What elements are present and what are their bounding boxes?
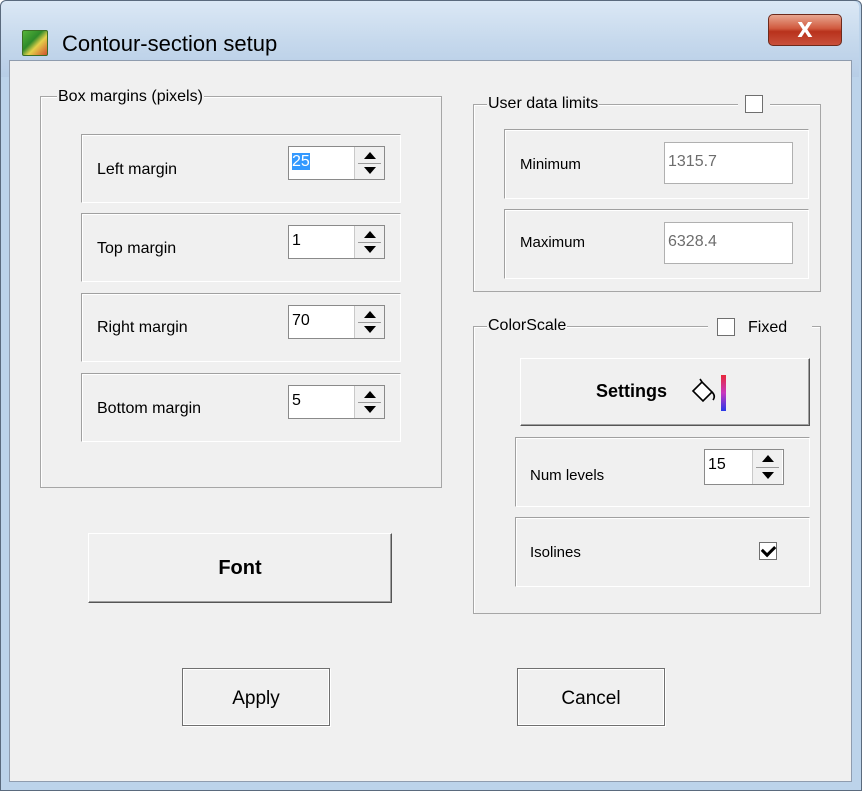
right-margin-input[interactable]: 70 xyxy=(292,312,310,329)
box-margins-title: Box margins (pixels) xyxy=(57,88,204,106)
spin-down-icon[interactable] xyxy=(364,167,376,174)
spin-up-icon[interactable] xyxy=(364,391,376,398)
user-data-limits-title: User data limits xyxy=(487,95,600,113)
spin-up-icon[interactable] xyxy=(364,231,376,238)
window-title: Contour-section setup xyxy=(62,31,278,56)
apply-label: Apply xyxy=(232,688,280,709)
paint-bucket-icon xyxy=(691,378,716,403)
font-button[interactable]: Font xyxy=(88,533,392,603)
spin-down-icon[interactable] xyxy=(364,406,376,413)
checkmark-icon xyxy=(760,541,777,558)
left-margin-label: Left margin xyxy=(97,161,178,178)
right-margin-spin-buttons[interactable] xyxy=(354,306,384,338)
maximum-label: Maximum xyxy=(520,234,586,251)
fixed-label: Fixed xyxy=(748,319,788,336)
num-levels-label: Num levels xyxy=(530,467,605,484)
left-margin-spin-buttons[interactable] xyxy=(354,147,384,179)
apply-button[interactable]: Apply xyxy=(182,668,330,726)
app-icon xyxy=(22,30,48,56)
font-label: Font xyxy=(218,557,262,579)
minimum-label: Minimum xyxy=(520,156,581,173)
spin-down-icon[interactable] xyxy=(364,246,376,253)
num-levels-input[interactable]: 15 xyxy=(708,456,726,473)
close-button[interactable]: X xyxy=(768,14,842,46)
bottom-margin-spin-buttons[interactable] xyxy=(354,386,384,418)
maximum-field[interactable]: 6328.4 xyxy=(664,222,793,264)
spin-down-icon[interactable] xyxy=(762,472,774,479)
top-margin-input[interactable]: 1 xyxy=(292,232,301,249)
left-margin-input[interactable]: 25 xyxy=(292,153,310,170)
top-margin-spin-buttons[interactable] xyxy=(354,226,384,258)
right-margin-label: Right margin xyxy=(97,319,188,336)
colorscale-title: ColorScale xyxy=(487,317,568,335)
bottom-margin-input[interactable]: 5 xyxy=(292,392,301,409)
isolines-checkbox[interactable] xyxy=(759,541,777,560)
num-levels-spin-buttons[interactable] xyxy=(752,450,782,484)
bottom-margin-label: Bottom margin xyxy=(97,400,202,417)
cancel-label: Cancel xyxy=(561,688,621,709)
cancel-button[interactable]: Cancel xyxy=(517,668,665,726)
color-gradient-icon xyxy=(721,375,726,411)
settings-button[interactable]: Settings xyxy=(520,358,810,426)
spin-up-icon[interactable] xyxy=(364,152,376,159)
spin-up-icon[interactable] xyxy=(762,455,774,462)
top-margin-label: Top margin xyxy=(97,240,177,257)
settings-label: Settings xyxy=(596,381,668,401)
spin-up-icon[interactable] xyxy=(364,311,376,318)
fixed-checkbox[interactable] xyxy=(717,318,735,336)
isolines-label: Isolines xyxy=(530,544,581,561)
spin-down-icon[interactable] xyxy=(364,326,376,333)
minimum-field[interactable]: 1315.7 xyxy=(664,142,793,184)
user-data-limits-checkbox[interactable] xyxy=(745,95,763,113)
